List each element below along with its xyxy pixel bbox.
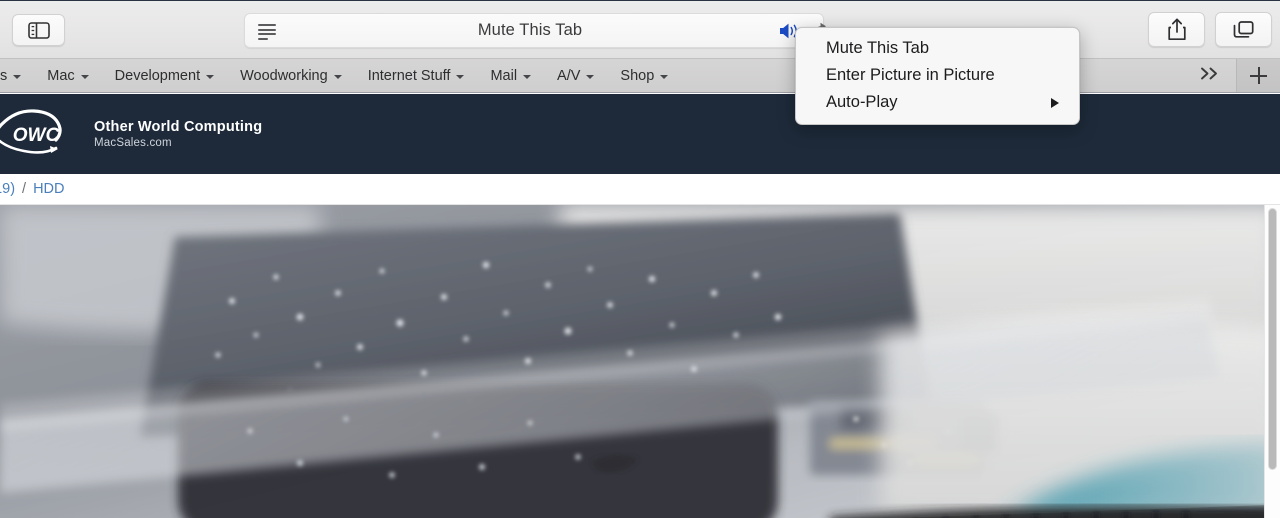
site-header: OWC Other World Computing MacSales.com 0 — [0, 94, 1280, 254]
bookmark-folder-development[interactable]: Development — [102, 59, 227, 92]
bookmark-label: Mail — [490, 67, 518, 84]
brand-name: Other World Computing — [94, 119, 263, 135]
svg-text:OWC: OWC — [13, 125, 60, 146]
tab-overview-button[interactable] — [1215, 12, 1272, 47]
tab-title: Mute This Tab — [477, 21, 583, 39]
bookmark-label: Woodworking — [240, 67, 328, 84]
tab-context-menu: Mute This Tab Enter Picture in Picture A… — [795, 27, 1080, 125]
chevron-down-icon — [586, 74, 595, 79]
chevron-down-icon — [206, 74, 215, 79]
bookmark-folder-0[interactable]: s — [0, 59, 34, 92]
breadcrumb-parent[interactable]: 019) — [0, 181, 15, 197]
menu-item-label: Enter Picture in Picture — [826, 66, 995, 84]
share-button[interactable] — [1148, 12, 1205, 47]
brand-block: Other World Computing MacSales.com — [94, 119, 262, 149]
page-scrollbar-thumb[interactable] — [1268, 208, 1277, 470]
hero-image — [0, 205, 1280, 518]
chevron-down-icon — [80, 74, 89, 79]
chevron-double-right-icon — [1201, 67, 1217, 79]
breadcrumb-separator: / — [22, 181, 27, 197]
bookmark-label: Internet Stuff — [367, 67, 451, 84]
submenu-arrow-icon — [1051, 98, 1059, 108]
sidebar-toggle-button[interactable] — [12, 14, 65, 46]
chevron-down-icon — [660, 74, 669, 79]
bookmark-label: Development — [114, 67, 201, 84]
bookmark-folder-mac[interactable]: Mac — [34, 59, 101, 92]
chevron-down-icon — [13, 74, 22, 79]
owc-logo[interactable]: OWC — [0, 103, 86, 165]
safari-toolbar: Mute This Tab — [0, 0, 1280, 58]
breadcrumb: 019) / HDD — [0, 174, 1280, 205]
brand-subtitle: MacSales.com — [94, 137, 172, 149]
bookmark-folder-woodworking[interactable]: Woodworking — [227, 59, 355, 92]
share-icon — [1167, 18, 1186, 41]
hero-video-frame[interactable] — [0, 205, 1280, 518]
bookmarks-bar: s Mac Development Woodworking Internet S… — [0, 58, 1280, 93]
menu-item-mute-this-tab[interactable]: Mute This Tab — [796, 35, 1079, 62]
bookmark-label: A/V — [557, 67, 581, 84]
menu-item-label: Mute This Tab — [826, 39, 930, 57]
chevron-down-icon — [456, 74, 465, 79]
sidebar-icon — [27, 21, 50, 39]
bookmark-folder-av[interactable]: A/V — [544, 59, 607, 92]
bookmarks-overflow-button[interactable] — [1184, 67, 1236, 85]
owc-logo-icon: OWC — [0, 109, 62, 154]
chevron-down-icon — [333, 74, 342, 79]
plus-icon — [1250, 67, 1267, 84]
menu-item-enter-picture-in-picture[interactable]: Enter Picture in Picture — [796, 62, 1079, 89]
active-tab[interactable]: Mute This Tab — [244, 13, 824, 48]
tab-overview-icon — [1233, 20, 1254, 38]
bookmark-label: Shop — [620, 67, 655, 84]
new-tab-button[interactable] — [1236, 59, 1280, 92]
breadcrumb-current[interactable]: HDD — [33, 181, 64, 197]
bookmark-label: Mac — [47, 67, 75, 84]
reader-view-icon[interactable] — [258, 24, 276, 40]
chevron-down-icon — [523, 74, 532, 79]
bookmark-folder-shop[interactable]: Shop — [607, 59, 681, 92]
menu-item-label: Auto-Play — [826, 93, 898, 111]
bookmark-folder-internet-stuff[interactable]: Internet Stuff — [355, 59, 478, 92]
menu-item-auto-play[interactable]: Auto-Play — [796, 89, 1079, 116]
bookmark-folder-mail[interactable]: Mail — [477, 59, 544, 92]
browser-window: Mute This Tab s Mac Development Woodwork… — [0, 0, 1280, 518]
bookmark-label: s — [0, 67, 8, 84]
